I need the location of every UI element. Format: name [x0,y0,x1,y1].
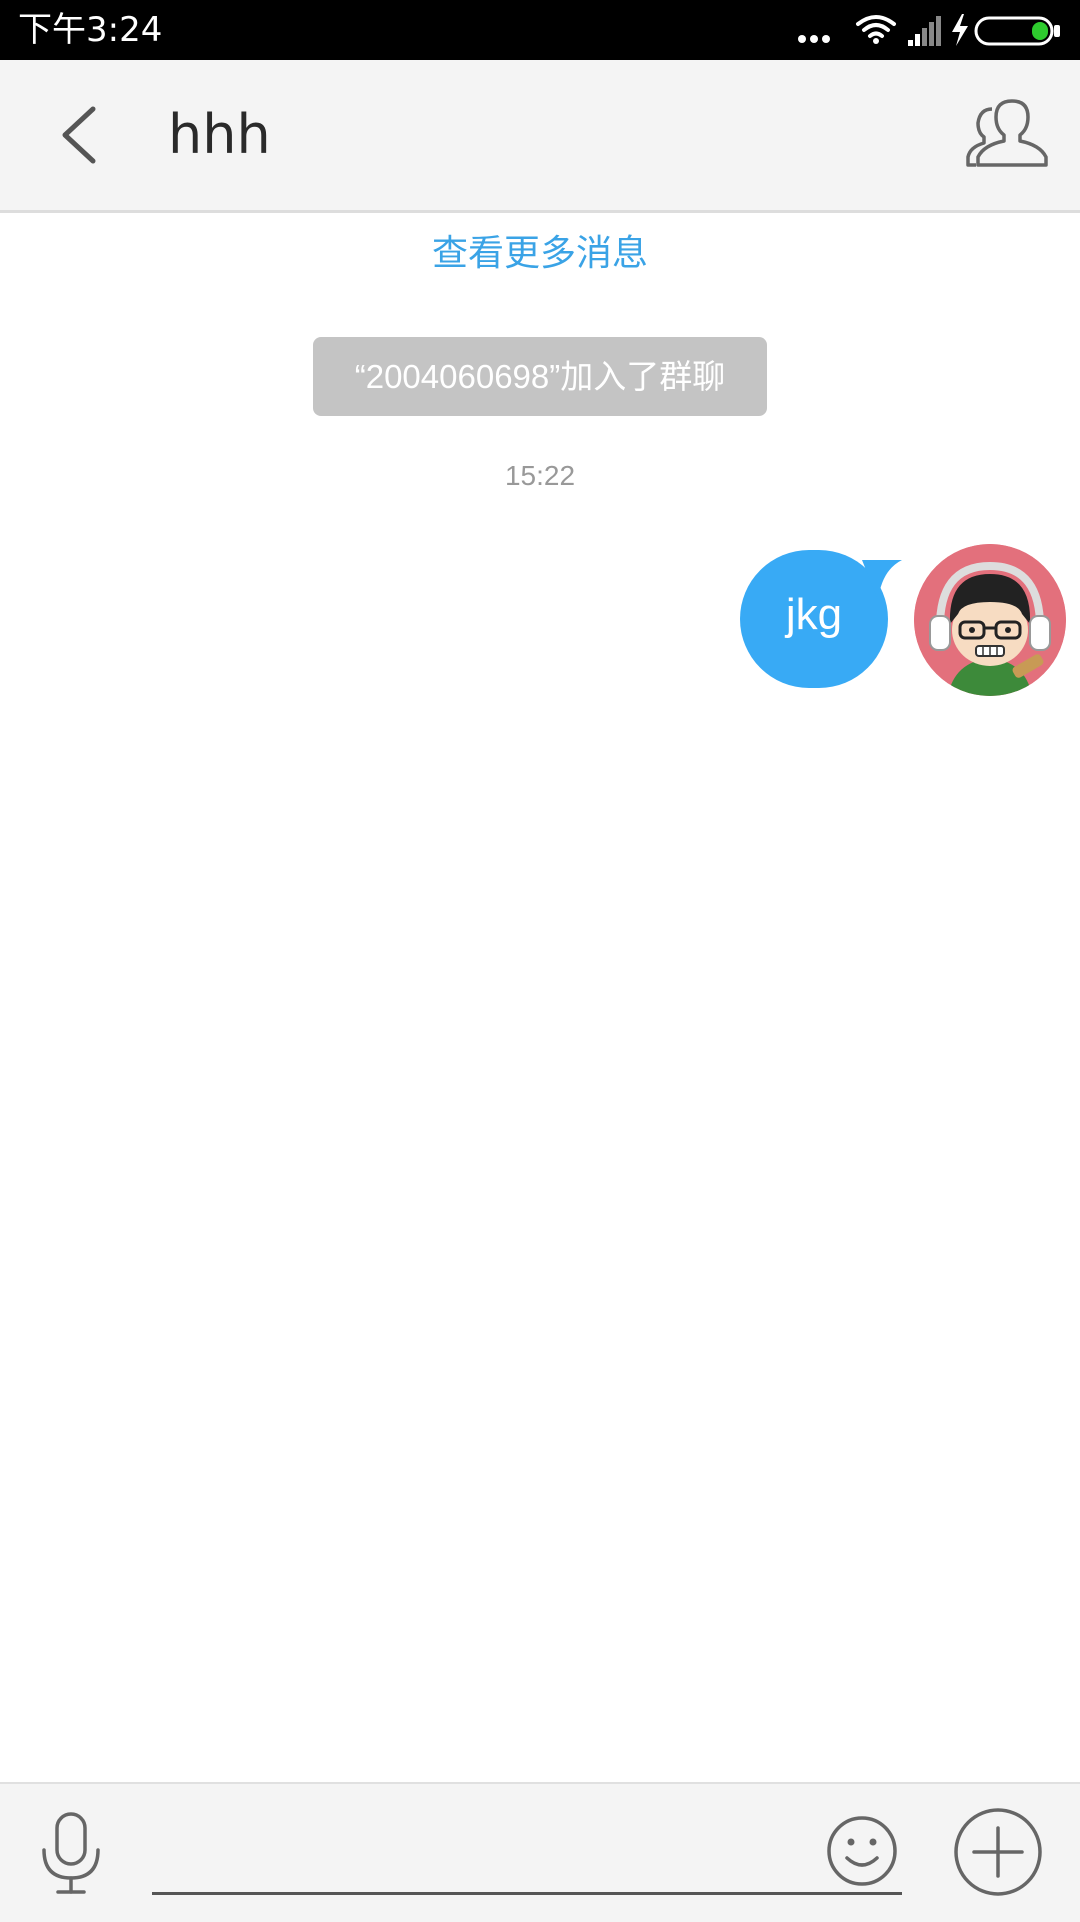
smiley-icon [827,1816,897,1886]
input-bar [0,1782,1080,1922]
status-icons [796,10,1066,50]
microphone-icon [42,1812,100,1894]
load-more-link[interactable]: 查看更多消息 [0,226,1080,282]
message-timestamp: 15:22 [504,460,576,491]
cartoon-avatar-icon [914,544,1066,696]
status-time: 下午3:24 [18,10,163,50]
group-members-icon [966,99,1048,167]
emoji-button[interactable] [825,1814,899,1888]
chat-title: hhh [168,103,271,166]
group-members-button[interactable] [966,95,1050,175]
bubble-tail [862,560,902,600]
more-dots-icon [798,35,830,43]
more-options-button[interactable] [952,1806,1044,1898]
message-row: jkg [740,550,902,690]
chat-header: hhh [0,60,1080,213]
plus-circle-icon [954,1808,1042,1896]
back-button[interactable] [45,95,125,175]
message-input[interactable] [152,1804,902,1895]
wifi-icon [856,15,896,44]
voice-input-button[interactable] [36,1810,106,1896]
status-bar: 下午3:24 [0,0,1080,60]
battery-icon [974,16,1060,46]
back-arrow-icon [62,106,96,164]
charging-icon [952,14,968,46]
system-notice: “2004060698”加入了群聊 [313,337,767,416]
signal-icon [908,16,941,46]
avatar[interactable] [914,544,1066,696]
